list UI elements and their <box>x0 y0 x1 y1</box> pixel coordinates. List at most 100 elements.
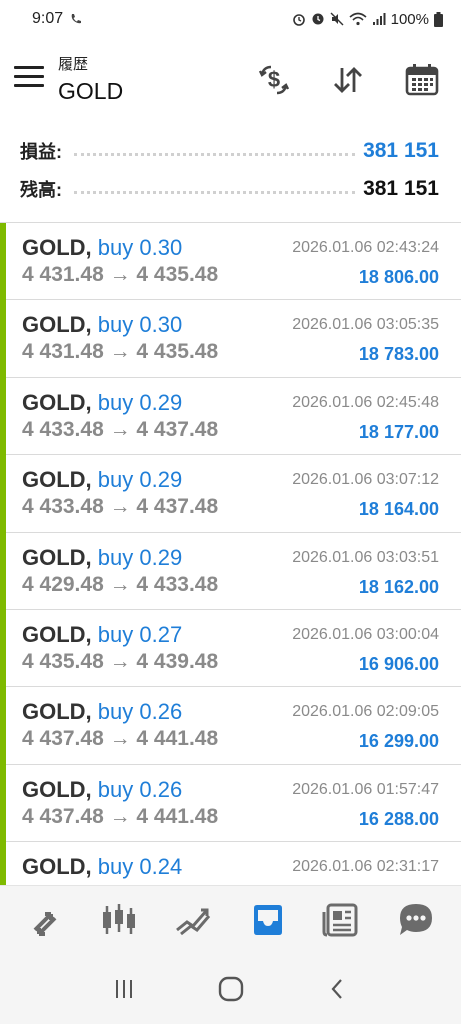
trade-profit: 16 299.00 <box>358 731 439 752</box>
home-icon <box>218 976 243 1001</box>
sort-button[interactable] <box>328 60 368 100</box>
trade-symbol: GOLD, <box>22 467 92 493</box>
nav-chart[interactable] <box>94 895 144 945</box>
page-title: GOLD <box>58 78 124 104</box>
trade-prices: 4 429.48 → 4 433.48 <box>22 572 219 596</box>
menu-button[interactable] <box>14 66 44 90</box>
signal-icon <box>372 13 386 25</box>
svg-text:$: $ <box>268 67 280 92</box>
nav-history[interactable] <box>243 895 293 945</box>
trade-row[interactable]: GOLD, buy 0.29 4 429.48 → 4 433.48 2026.… <box>0 532 461 610</box>
trade-time: 2026.01.06 02:45:48 <box>292 393 439 411</box>
trade-time: 2026.01.06 02:09:05 <box>292 703 439 721</box>
news-icon <box>322 903 358 936</box>
bottom-nav <box>0 885 461 953</box>
buy-indicator <box>0 764 6 843</box>
trade-row[interactable]: GOLD, buy 0.27 4 435.48 → 4 439.48 2026.… <box>0 609 461 688</box>
recent-apps-button[interactable] <box>104 969 144 1009</box>
buy-indicator <box>0 377 6 456</box>
trade-symbol: GOLD, <box>22 544 92 570</box>
trade-title: GOLD, buy 0.29 <box>22 390 182 416</box>
page-subtitle: 履歴 <box>58 56 89 73</box>
currency-exchange-button[interactable]: $ <box>254 60 294 100</box>
mute-icon <box>330 12 344 26</box>
trade-row[interactable]: GOLD, buy 0.29 4 433.48 → 4 437.48 2026.… <box>0 377 461 456</box>
dotted-leader <box>74 184 356 194</box>
trade-side: buy 0.29 <box>97 389 183 415</box>
trade-symbol: GOLD, <box>22 854 92 880</box>
buy-indicator <box>0 455 6 533</box>
trade-profit: 18 162.00 <box>358 576 439 597</box>
calendar-icon <box>405 64 439 96</box>
trade-row[interactable]: GOLD, buy 0.26 4 437.48 → 4 441.48 2026.… <box>0 687 461 765</box>
trade-prices: 4 437.48 → 4 441.48 <box>22 804 219 828</box>
trade-time: 2026.01.06 03:05:35 <box>292 316 439 334</box>
nav-messages[interactable] <box>391 895 441 945</box>
trade-symbol: GOLD, <box>22 699 92 725</box>
buy-indicator <box>0 300 6 378</box>
dotted-leader <box>74 146 356 156</box>
trade-prices: 4 435.48 → 4 439.48 <box>22 649 219 673</box>
trade-profit: 18 783.00 <box>358 344 439 365</box>
trade-row[interactable]: GOLD, buy 0.30 4 431.48 → 4 435.48 2026.… <box>0 223 461 301</box>
buy-indicator <box>0 223 6 301</box>
buy-indicator <box>0 609 6 688</box>
trade-prices: 4 431.48 → 4 435.48 <box>22 340 219 364</box>
trade-prices: 4 433.48 → 4 437.48 <box>22 495 219 519</box>
status-bar: 9:07 100% <box>0 0 461 38</box>
trade-time: 2026.01.06 02:31:17 <box>292 858 439 876</box>
history-icon <box>253 904 282 935</box>
buy-indicator <box>0 532 6 610</box>
trade-title: GOLD, buy 0.29 <box>22 545 182 571</box>
trade-symbol: GOLD, <box>22 621 92 647</box>
wifi-call-icon <box>71 14 82 24</box>
app-header: 履歴 GOLD $ <box>0 44 461 116</box>
alarm-icon <box>292 14 305 26</box>
trade-prices: 4 437.48 → 4 441.48 <box>22 727 219 751</box>
trade-side: buy 0.24 <box>97 854 183 880</box>
trade-row[interactable]: GOLD, buy 0.30 4 431.48 → 4 435.48 2026.… <box>0 300 461 378</box>
buy-indicator <box>0 842 6 885</box>
back-icon <box>331 978 342 999</box>
back-button[interactable] <box>318 969 358 1009</box>
sort-icon <box>334 67 362 93</box>
home-button[interactable] <box>211 969 251 1009</box>
recent-apps-icon <box>115 979 132 998</box>
trade-side: buy 0.29 <box>97 467 183 493</box>
trade-time: 2026.01.06 03:07:12 <box>292 471 439 489</box>
system-nav <box>0 953 461 1024</box>
nav-quotes[interactable] <box>20 895 70 945</box>
chart-icon <box>103 903 136 934</box>
trade-list[interactable]: GOLD, buy 0.30 4 431.48 → 4 435.48 2026.… <box>0 223 461 885</box>
messages-icon <box>399 903 432 935</box>
trade-row[interactable]: GOLD, buy 0.26 4 437.48 → 4 441.48 2026.… <box>0 764 461 843</box>
calendar-button[interactable] <box>402 60 442 100</box>
trade-title: GOLD, buy 0.30 <box>22 312 182 338</box>
menu-icon-line <box>14 84 44 87</box>
menu-icon <box>14 66 44 69</box>
trade-side: buy 0.27 <box>97 621 183 647</box>
trade-side: buy 0.26 <box>97 776 183 802</box>
trade-time: 2026.01.06 03:00:04 <box>292 625 439 643</box>
trade-symbol: GOLD, <box>22 312 92 338</box>
trade-title: GOLD, buy 0.26 <box>22 699 182 725</box>
profit-value: 381 151 <box>363 139 439 162</box>
nav-news[interactable] <box>317 895 367 945</box>
trade-time: 2026.01.06 02:43:24 <box>292 239 439 256</box>
trade-row[interactable]: GOLD, buy 0.24 2026.01.06 02:31:17 <box>0 842 461 885</box>
nav-trade[interactable] <box>168 895 218 945</box>
trade-prices: 4 433.48 → 4 437.48 <box>22 417 219 441</box>
trade-time: 2026.01.06 03:03:51 <box>292 548 439 566</box>
trade-side: buy 0.30 <box>97 235 183 260</box>
trade-profit: 16 288.00 <box>358 808 439 829</box>
status-right: 100% <box>292 11 443 28</box>
trade-time: 2026.01.06 01:57:47 <box>292 780 439 798</box>
trade-profit: 18 164.00 <box>358 499 439 520</box>
trade-title: GOLD, buy 0.30 <box>22 235 182 261</box>
buy-indicator <box>0 687 6 765</box>
trade-title: GOLD, buy 0.27 <box>22 622 182 648</box>
trade-profit: 18 177.00 <box>358 421 439 442</box>
profit-row: 損益: 381 151 <box>20 136 439 166</box>
trade-row[interactable]: GOLD, buy 0.29 4 433.48 → 4 437.48 2026.… <box>0 455 461 533</box>
trade-title: GOLD, buy 0.26 <box>22 777 182 803</box>
